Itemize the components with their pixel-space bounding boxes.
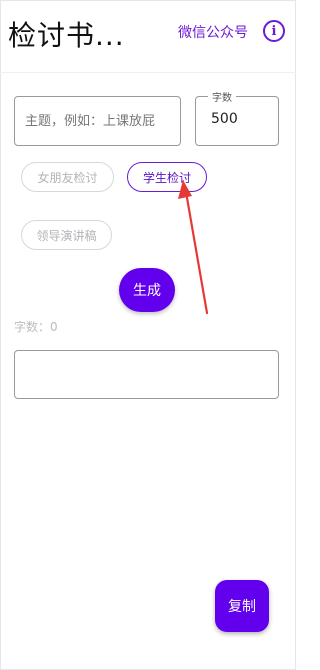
info-icon[interactable]: i <box>263 20 285 42</box>
chip-leader-speech[interactable]: 领导演讲稿 <box>21 220 112 250</box>
result-output-box[interactable] <box>14 350 279 399</box>
chip-student-apology[interactable]: 学生检讨 <box>127 162 207 192</box>
result-word-count: 字数：0 <box>14 320 58 334</box>
wechat-official-account-link[interactable]: 微信公众号 <box>178 22 248 42</box>
topic-input[interactable] <box>14 96 181 146</box>
chip-girlfriend-apology[interactable]: 女朋友检讨 <box>21 162 114 192</box>
generate-button[interactable]: 生成 <box>119 268 175 312</box>
copy-button[interactable]: 复制 <box>215 580 269 632</box>
page-title: 检讨书... <box>8 19 125 52</box>
header-divider <box>0 72 296 73</box>
word-count-field-value[interactable]: 500 <box>211 111 238 127</box>
word-count-field-label: 字数 <box>208 89 236 104</box>
